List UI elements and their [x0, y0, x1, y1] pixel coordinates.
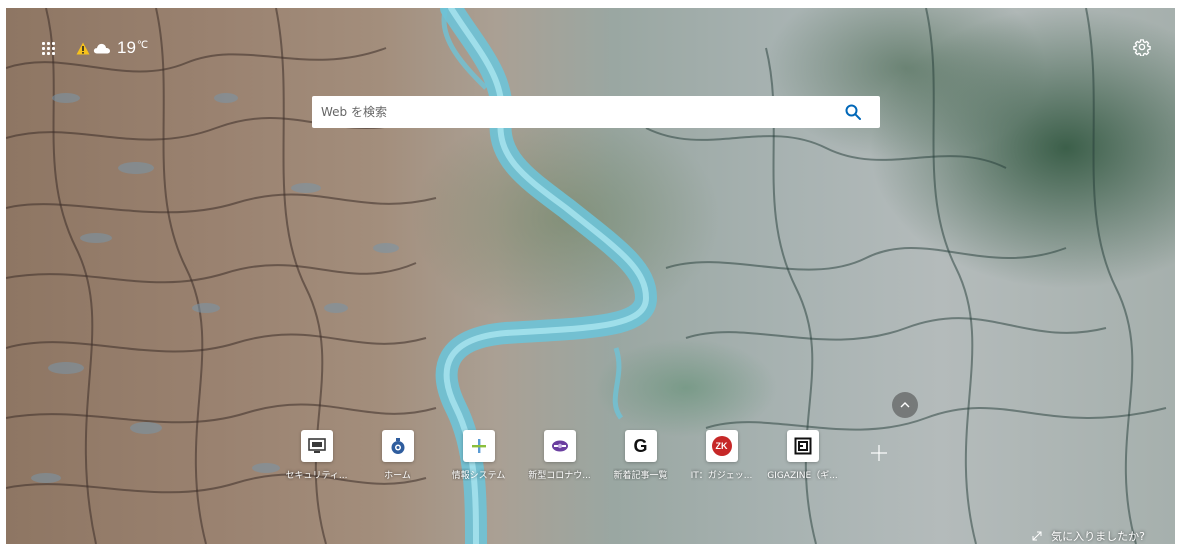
quick-link-tile[interactable]: GIGAZINE（ギ... — [762, 430, 843, 481]
apps-grid-icon — [41, 41, 45, 45]
weather-widget[interactable]: 19 ℃ — [76, 38, 148, 58]
plus-icon — [871, 445, 887, 461]
add-quick-link-button[interactable] — [868, 442, 890, 464]
square-logo-icon — [794, 437, 811, 455]
quick-link-label: 新着記事一覧 — [613, 471, 668, 481]
collapse-quick-links-button[interactable] — [892, 392, 918, 418]
clock-badge-icon — [391, 438, 404, 454]
warning-triangle-icon — [76, 42, 90, 54]
search-button[interactable] — [838, 97, 868, 127]
gear-icon — [1133, 39, 1151, 57]
search-box — [312, 96, 880, 128]
new-tab-page: 19 ℃ Web を検索 セキュリティ... ホーム 情報システム 新型コロナウ… — [6, 8, 1175, 544]
search-icon — [845, 104, 861, 120]
weather-unit: ℃ — [136, 40, 149, 51]
quick-link-label: GIGAZINE（ギ... — [767, 471, 838, 481]
quick-link-tile[interactable]: G IT：ガジェッ... 新着記事一覧 — [600, 430, 681, 481]
cloud-icon — [93, 43, 110, 54]
quick-link-tile[interactable]: 新型コロナウ... — [519, 430, 600, 481]
quick-link-tile[interactable]: セキュリティ... — [276, 430, 357, 481]
zk-logo-icon: ZK — [711, 436, 732, 456]
quick-link-tile[interactable]: 情報システム — [438, 430, 519, 481]
quick-link-tile[interactable]: ZK IT：ガジェッ... — [681, 430, 762, 481]
background-feedback-link[interactable]: 気に入りましたか? — [1032, 528, 1145, 544]
quick-link-label: 新型コロナウ... — [528, 471, 591, 481]
apps-grid-button[interactable] — [40, 40, 56, 56]
quick-links: セキュリティ... ホーム 情報システム 新型コロナウ... G 新着記事一覧 … — [276, 430, 843, 481]
chevron-up-icon — [900, 402, 910, 408]
page-settings-button[interactable] — [1133, 38, 1151, 57]
quick-link-label: IT：ガジェッ... — [690, 471, 753, 481]
quick-link-label: セキュリティ... — [285, 471, 348, 481]
expand-arrow-icon — [1032, 531, 1042, 541]
search-input[interactable] — [312, 96, 838, 128]
weather-temperature: 19 — [117, 38, 136, 57]
plus-cross-icon — [471, 439, 486, 453]
quick-link-tile[interactable]: ホーム — [357, 430, 438, 481]
g-letter-icon: G — [633, 435, 648, 456]
feedback-label: 気に入りましたか? — [1051, 530, 1145, 543]
top-left-bar: 19 ℃ — [40, 38, 148, 58]
virus-icon — [551, 440, 568, 452]
monitor-icon — [307, 438, 326, 453]
quick-link-label: ホーム — [384, 471, 411, 481]
quick-link-label: 情報システム — [451, 471, 506, 481]
